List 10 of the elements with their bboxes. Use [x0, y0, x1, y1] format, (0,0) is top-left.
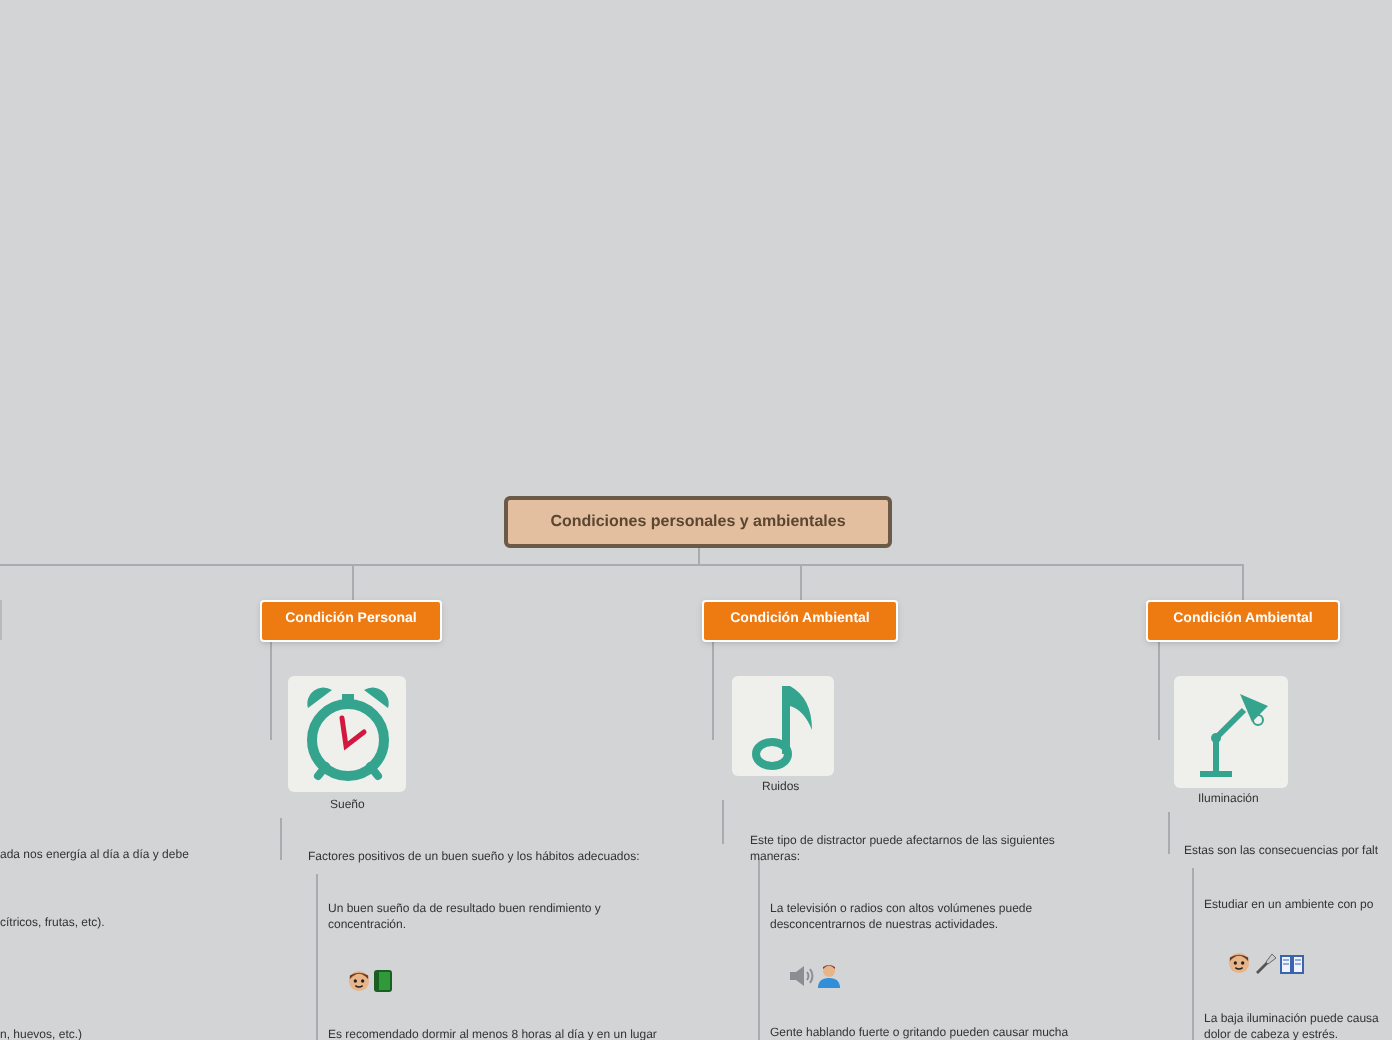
face-icon — [1228, 952, 1250, 974]
face-icon — [348, 970, 370, 992]
open-book-icon — [1280, 953, 1304, 973]
music-note-icon — [751, 682, 815, 770]
person-icon — [818, 964, 840, 988]
flashlight-icon — [1254, 952, 1276, 974]
alarm-clock-icon — [301, 684, 393, 784]
root-topic[interactable]: Condiciones personales y ambientales — [504, 496, 892, 548]
book-icon — [374, 970, 392, 992]
speaker-icon — [790, 966, 814, 986]
